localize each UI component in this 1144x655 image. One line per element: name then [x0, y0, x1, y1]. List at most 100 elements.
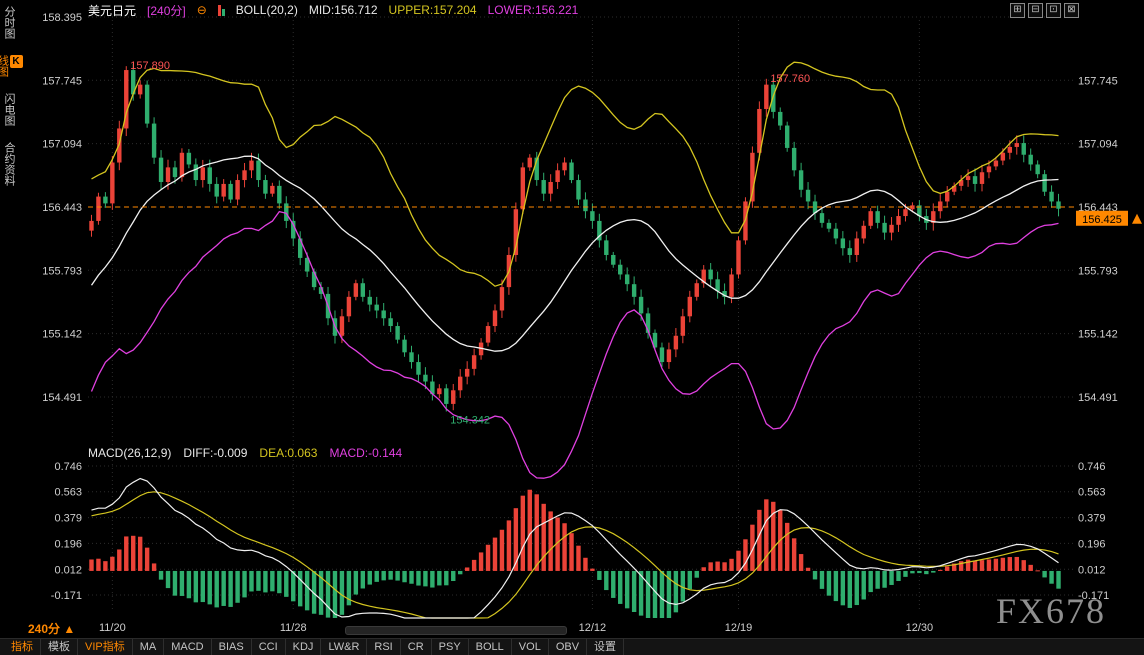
toolbar-item-lwr[interactable]: LW&R [321, 639, 367, 655]
macd-histogram-bar [646, 571, 650, 618]
candle-body [660, 347, 664, 362]
macd-histogram-bar [528, 490, 532, 571]
price-axis-label-left: 154.491 [42, 392, 82, 404]
macd-histogram-bar [541, 504, 545, 571]
macd-histogram-bar [535, 494, 539, 571]
macd-axis-label-left: 0.379 [54, 513, 82, 525]
macd-histogram-bar [430, 571, 434, 588]
candle-body [528, 158, 532, 168]
candle-body [444, 388, 448, 404]
macd-histogram-bar [96, 559, 100, 571]
macd-histogram-bar [855, 571, 859, 605]
macd-histogram-bar [451, 571, 455, 581]
toolbar-item-settings[interactable]: 设置 [587, 639, 624, 655]
macd-axis-label-left: 0.563 [54, 487, 82, 499]
macd-histogram-bar [889, 571, 893, 585]
candle-body [277, 186, 281, 204]
macd-histogram-bar [1035, 570, 1039, 571]
window-controls: ⊞⊟⊡⊠ [1010, 3, 1079, 18]
macd-histogram-bar [228, 571, 232, 607]
chart-canvas[interactable]: 158.395157.745157.745157.094157.094156.4… [0, 0, 1144, 655]
macd-histogram-bar [249, 571, 253, 592]
chart-header: 美元日元 [240分] ⊖ BOLL(20,2) MID:156.712 UPP… [88, 2, 578, 18]
toolbar-item-cr[interactable]: CR [401, 639, 432, 655]
candle-body [945, 192, 949, 202]
macd-histogram-bar [305, 571, 309, 610]
macd-histogram-bar [938, 570, 942, 571]
macd-axis-label-right: 0.746 [1078, 461, 1106, 473]
cascade-windows-icon[interactable]: ⊡ [1046, 3, 1061, 18]
candle-body [799, 170, 803, 189]
toolbar-item-cci[interactable]: CCI [252, 639, 286, 655]
toolbar-item-templates[interactable]: 模板 [41, 639, 78, 655]
sidebar-item-lightning-chart[interactable]: 闪电图 [1, 93, 16, 126]
macd-axis-label-right: 0.563 [1078, 487, 1106, 499]
date-label: 11/20 [99, 622, 126, 634]
candle-body [500, 287, 504, 310]
macd-histogram-bar [799, 554, 803, 571]
candle-body [354, 283, 358, 297]
macd-histogram-bar [813, 571, 817, 579]
candle-body [980, 172, 984, 184]
toolbar-item-macd[interactable]: MACD [164, 639, 211, 655]
macd-histogram-bar [875, 571, 879, 589]
candle-body [827, 223, 831, 229]
toolbar-item-bias[interactable]: BIAS [212, 639, 252, 655]
macd-axis-label-right: 0.012 [1078, 564, 1106, 576]
toolbar-item-boll[interactable]: BOLL [469, 639, 512, 655]
macd-histogram-bar [201, 571, 205, 602]
macd-histogram-bar [931, 571, 935, 573]
macd-histogram-bar [688, 571, 692, 589]
macd-histogram-bar [110, 557, 114, 571]
price-axis-label-right: 157.094 [1078, 139, 1118, 151]
toolbar-item-ma[interactable]: MA [133, 639, 165, 655]
candle-body [729, 274, 733, 296]
macd-histogram-bar [987, 559, 991, 571]
boll-upper-line [92, 62, 1059, 286]
candle-body [896, 216, 900, 225]
period-selector[interactable]: 240分 ▲ [28, 620, 75, 637]
toolbar-item-indicators[interactable]: 指标 [4, 639, 41, 655]
candle-body [110, 163, 114, 204]
date-label: 12/12 [579, 622, 607, 634]
candle-body [590, 211, 594, 221]
macd-histogram-bar [569, 533, 573, 571]
price-axis-label-right: 155.142 [1078, 329, 1118, 341]
k-badge-icon: K [10, 55, 23, 68]
macd-histogram-bar [862, 571, 866, 600]
macd-histogram-bar [618, 571, 622, 604]
macd-histogram-bar [792, 538, 796, 571]
maximize-window-icon[interactable]: ⊠ [1064, 3, 1079, 18]
macd-histogram-bar [827, 571, 831, 596]
sidebar-item-k-line-chart[interactable]: K线图 [0, 55, 23, 77]
grid-layout-icon[interactable]: ⊞ [1010, 3, 1025, 18]
macd-histogram-bar [625, 571, 629, 608]
toolbar-item-vip-indicators[interactable]: VIP指标 [78, 639, 133, 655]
indicator-menu-icon[interactable]: ⊖ [197, 3, 207, 17]
macd-histogram-bar [945, 566, 949, 571]
chart-scrollbar[interactable] [345, 626, 567, 635]
toolbar-item-vol[interactable]: VOL [512, 639, 549, 655]
candle-body [1028, 155, 1032, 165]
candle-body [639, 297, 643, 314]
toolbar-item-psy[interactable]: PSY [432, 639, 469, 655]
macd-histogram-bar [291, 571, 295, 601]
candle-body [493, 310, 497, 326]
macd-histogram-bar [1008, 557, 1012, 571]
toolbar-item-rsi[interactable]: RSI [367, 639, 400, 655]
toolbar-item-kdj[interactable]: KDJ [286, 639, 322, 655]
candle-body [695, 283, 699, 297]
period-label[interactable]: [240分] [147, 2, 186, 19]
candle-body [611, 255, 615, 265]
candle-body [882, 223, 886, 233]
candle-body [201, 167, 205, 180]
macd-histogram-bar [715, 562, 719, 571]
sidebar-item-time-share-chart[interactable]: 分时图 [1, 6, 16, 39]
macd-histogram-bar [361, 571, 365, 589]
single-window-icon[interactable]: ⊟ [1028, 3, 1043, 18]
last-price-badge-value: 156.425 [1082, 214, 1122, 226]
toolbar-item-obv[interactable]: OBV [549, 639, 587, 655]
price-axis-label-right: 157.745 [1078, 75, 1118, 87]
sidebar-item-contract-info[interactable]: 合约资料 [1, 142, 16, 186]
candle-body [576, 180, 580, 199]
